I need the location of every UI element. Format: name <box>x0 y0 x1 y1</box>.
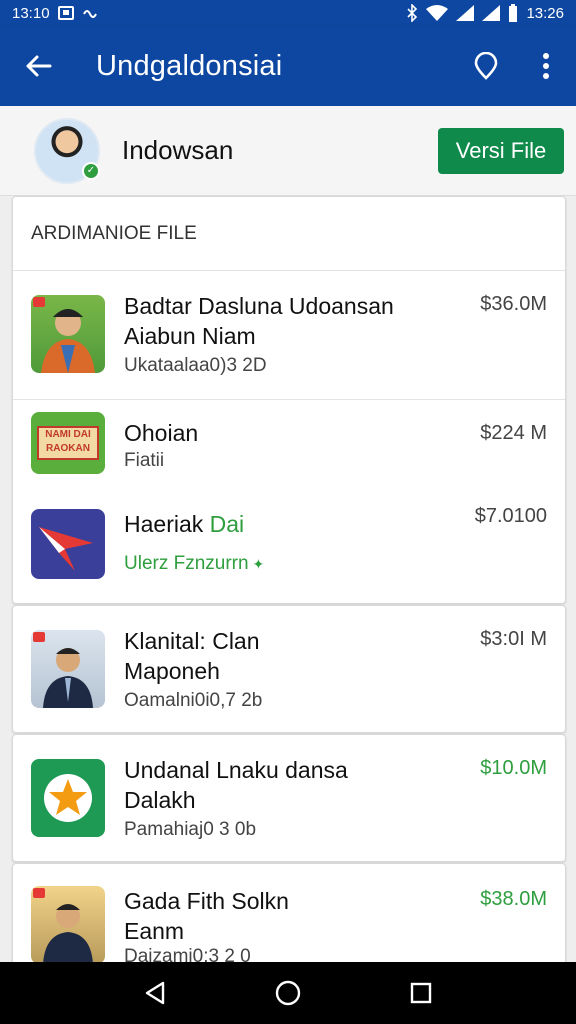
item-title: Klanital: Clan Maponeh <box>124 628 260 684</box>
item-subtitle: Ukataalaa0)3 2D <box>124 355 267 376</box>
system-nav-bar <box>0 962 576 1024</box>
item-price: $10.0M <box>480 757 547 779</box>
notification-icon <box>57 6 74 20</box>
item-subtitle: Ulerz Fznzurrn ✦ <box>124 553 265 574</box>
list-item[interactable]: NAMI DAI RAOKAN Ohoian Fiatii $224 M <box>13 399 565 499</box>
verified-badge-icon: ✓ <box>82 161 100 180</box>
item-thumbnail <box>31 630 105 708</box>
item-thumbnail <box>31 886 105 964</box>
voicemail-icon <box>82 10 97 18</box>
versi-file-button[interactable]: Versi File <box>438 127 564 174</box>
wifi-icon <box>426 5 449 21</box>
nav-home-icon[interactable] <box>275 980 301 1006</box>
signal-icon <box>456 5 475 21</box>
item-title: Ohoian <box>124 420 199 446</box>
item-price: $3:0I M <box>480 628 547 650</box>
nav-back-icon[interactable] <box>144 981 166 1005</box>
list-item-card[interactable]: Gada Fith Solkn Eanm Daizami0:3 2 0 $38.… <box>12 863 566 973</box>
section-title: ARDIMANIOE FILE <box>13 197 565 271</box>
item-title: Gada Fith Solkn Eanm <box>124 888 289 944</box>
item-subtitle: Pamahiaj0 3 0b <box>124 819 257 840</box>
page-title: Undgaldonsiai <box>96 49 283 82</box>
battery-icon <box>509 4 518 22</box>
list-item[interactable]: Badtar Dasluna Udoansan Aiabun Niam Ukat… <box>13 271 565 399</box>
profile-name: Indowsan <box>122 135 234 165</box>
status-time-right: 13:26 <box>526 4 564 22</box>
list-item[interactable]: Haeriak Dai Ulerz Fznzurrn ✦ $7.0100 <box>13 499 565 603</box>
location-button[interactable] <box>456 26 516 106</box>
app-bar: Undgaldonsiai <box>0 26 576 106</box>
nav-recents-icon[interactable] <box>410 982 432 1004</box>
status-bar: 13:10 13:26 <box>0 0 576 26</box>
more-options-button[interactable] <box>516 26 576 106</box>
item-thumbnail <box>31 509 105 579</box>
location-pin-icon <box>474 52 498 80</box>
item-title: Undanal Lnaku dansa Dalakh <box>124 757 348 813</box>
list-item-card[interactable]: Undanal Lnaku dansa Dalakh Pamahiaj0 3 0… <box>12 734 566 862</box>
signal-icon-2 <box>482 5 501 21</box>
more-vert-icon <box>543 53 549 79</box>
list-item-card[interactable]: Klanital: Clan Maponeh Oamalni0i0,7 2b $… <box>12 605 566 733</box>
item-title: Haeriak Dai <box>124 511 245 537</box>
item-subtitle: Oamalni0i0,7 2b <box>124 690 263 711</box>
item-price: $38.0M <box>480 888 547 910</box>
back-button[interactable] <box>0 26 76 106</box>
status-time-left: 13:10 <box>12 4 50 22</box>
item-thumbnail <box>31 295 105 373</box>
avatar[interactable]: ✓ <box>34 117 100 184</box>
item-thumbnail <box>31 759 105 837</box>
item-subtitle: Fiatii <box>124 450 165 471</box>
item-price: $7.0100 <box>474 505 547 527</box>
item-thumbnail: NAMI DAI RAOKAN <box>31 412 105 474</box>
item-price: $224 M <box>480 422 547 444</box>
arrow-back-icon <box>26 55 52 77</box>
item-price: $36.0M <box>480 293 547 315</box>
profile-bar: ✓ Indowsan Versi File <box>0 106 576 196</box>
bluetooth-icon <box>407 4 418 22</box>
item-title: Badtar Dasluna Udoansan Aiabun Niam <box>124 293 394 349</box>
file-section-card: ARDIMANIOE FILE Badtar Dasluna Udoansan … <box>12 196 566 604</box>
